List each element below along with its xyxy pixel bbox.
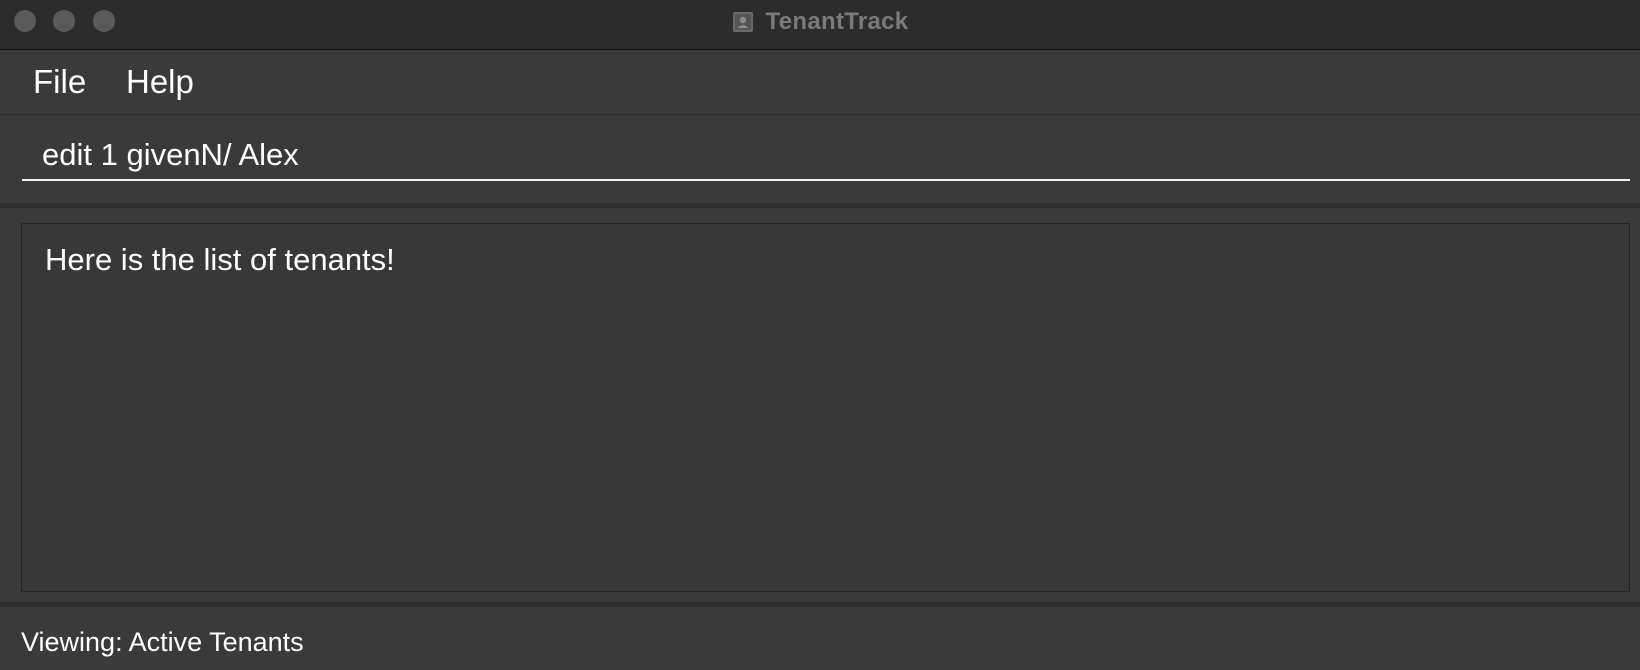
menu-bar: File Help (0, 50, 1640, 115)
title-bar[interactable]: TenantTrack (0, 0, 1640, 50)
status-bar: Viewing: Active Tenants (0, 607, 1640, 670)
status-text: Viewing: Active Tenants (21, 627, 304, 657)
command-box-container (0, 115, 1640, 208)
menu-help[interactable]: Help (126, 63, 194, 101)
title-group: TenantTrack (0, 0, 1640, 50)
result-message: Here is the list of tenants! (45, 242, 395, 277)
menu-file[interactable]: File (33, 63, 86, 101)
window-title: TenantTrack (765, 8, 909, 35)
app-window: TenantTrack File Help Here is the list o… (0, 0, 1640, 670)
result-display: Here is the list of tenants! (21, 223, 1630, 592)
person-card-icon (732, 12, 753, 32)
command-input[interactable] (22, 135, 1630, 181)
